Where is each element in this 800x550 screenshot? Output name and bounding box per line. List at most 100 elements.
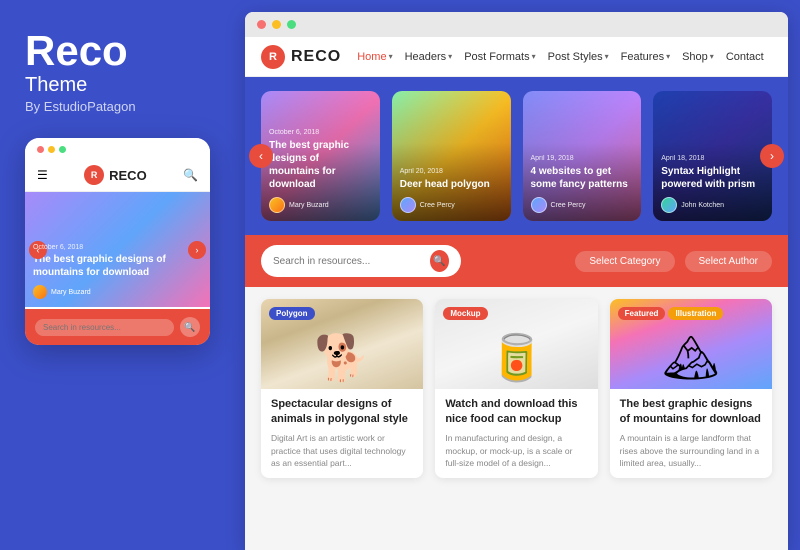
slide-card-1[interactable]: October 6, 2018 The best graphic designs…: [261, 91, 380, 221]
slide-date-4: April 18, 2018: [661, 155, 764, 162]
slide-author-1: Mary Buzard: [269, 197, 372, 213]
cards-grid: Polygon Spectacular designs of animals i…: [245, 287, 788, 490]
slide-title-3: 4 websites to get some fancy patterns: [531, 165, 634, 191]
card-tag-3b: Illustration: [668, 307, 723, 320]
card-body-1: Spectacular designs of animals in polygo…: [261, 389, 423, 478]
mobile-top-bar: [25, 138, 210, 159]
slide-content-1: October 6, 2018 The best graphic designs…: [261, 121, 380, 221]
site-nav: R RECO Home ▾ Headers ▾ Post Formats ▾ P…: [245, 37, 788, 77]
nav-item-shop[interactable]: Shop ▾: [682, 51, 714, 63]
slide-avatar-1: [269, 197, 285, 213]
brand-by: By EstudioPatagon: [25, 99, 220, 114]
slider-next-arrow[interactable]: ›: [760, 144, 784, 168]
mobile-hero-date: October 6, 2018: [33, 244, 202, 251]
slide-date-2: April 20, 2018: [400, 168, 503, 175]
mobile-avatar: [33, 285, 47, 299]
card-title-2: Watch and download this nice food can mo…: [445, 397, 587, 428]
slide-card-2[interactable]: April 20, 2018 Deer head polygon Cree Pe…: [392, 91, 511, 221]
slide-avatar-4: [661, 197, 677, 213]
mobile-dot-green: [59, 146, 66, 153]
card-tags-3: Featured Illustration: [618, 307, 724, 320]
slide-author-name-4: John Kotchen: [681, 202, 724, 209]
slide-title-1: The best graphic designs of mountains fo…: [269, 139, 372, 191]
slide-avatar-2: [400, 197, 416, 213]
card-title-3: The best graphic designs of mountains fo…: [620, 397, 762, 428]
site-body: 🔍 Select Category Select Author Polygon …: [245, 235, 788, 550]
card-tag-1: Polygon: [269, 307, 315, 320]
card-img-3: Featured Illustration: [610, 299, 772, 389]
mobile-hero: ‹ October 6, 2018 The best graphic desig…: [25, 192, 210, 307]
brand-subtitle: Theme: [25, 74, 220, 97]
slide-date-1: October 6, 2018: [269, 129, 372, 136]
mobile-search-input[interactable]: [35, 319, 174, 336]
card-excerpt-3: A mountain is a large landform that rise…: [620, 432, 762, 470]
author-filter-btn[interactable]: Select Author: [685, 251, 772, 272]
browser-dot-green[interactable]: [287, 20, 296, 29]
brand-title: Reco: [25, 30, 220, 72]
hamburger-icon[interactable]: ☰: [37, 168, 48, 182]
mobile-reco-text: RECO: [109, 168, 147, 183]
slide-content-3: April 19, 2018 4 websites to get some fa…: [523, 147, 642, 221]
mobile-author-name: Mary Buzard: [51, 289, 91, 296]
left-panel: Reco Theme By EstudioPatagon ☰ R RECO 🔍 …: [0, 0, 245, 550]
mobile-hero-title: The best graphic designs of mountains fo…: [33, 253, 202, 279]
mobile-dots: [37, 146, 66, 153]
mobile-dot-yellow: [48, 146, 55, 153]
slide-title-4: Syntax Highlight powered with prism: [661, 165, 764, 191]
card-img-1: Polygon: [261, 299, 423, 389]
search-submit-btn[interactable]: 🔍: [430, 250, 449, 272]
card-excerpt-2: In manufacturing and design, a mockup, o…: [445, 432, 587, 470]
article-card-1[interactable]: Polygon Spectacular designs of animals i…: [261, 299, 423, 478]
slide-content-4: April 18, 2018 Syntax Highlight powered …: [653, 147, 772, 221]
mobile-dot-red: [37, 146, 44, 153]
card-tag-3a: Featured: [618, 307, 666, 320]
article-card-2[interactable]: Mockup Watch and download this nice food…: [435, 299, 597, 478]
card-title-1: Spectacular designs of animals in polygo…: [271, 397, 413, 428]
slide-content-2: April 20, 2018 Deer head polygon Cree Pe…: [392, 160, 511, 221]
slide-author-name-2: Cree Percy: [420, 202, 455, 209]
nav-item-post-formats[interactable]: Post Formats ▾: [464, 51, 535, 63]
slide-author-name-1: Mary Buzard: [289, 202, 329, 209]
nav-item-home[interactable]: Home ▾: [357, 51, 392, 63]
search-input[interactable]: [273, 256, 424, 267]
search-input-wrap: 🔍: [261, 245, 461, 277]
slide-date-3: April 19, 2018: [531, 155, 634, 162]
search-section: 🔍 Select Category Select Author: [245, 235, 788, 287]
browser-dot-yellow[interactable]: [272, 20, 281, 29]
slide-author-4: John Kotchen: [661, 197, 764, 213]
mobile-mockup: ☰ R RECO 🔍 ‹ October 6, 2018 The best gr…: [25, 138, 210, 345]
browser-window: R RECO Home ▾ Headers ▾ Post Formats ▾ P…: [245, 12, 788, 550]
nav-item-headers[interactable]: Headers ▾: [405, 51, 453, 63]
card-body-3: The best graphic designs of mountains fo…: [610, 389, 772, 478]
mobile-hero-author: Mary Buzard: [33, 285, 202, 299]
slide-card-4[interactable]: April 18, 2018 Syntax Highlight powered …: [653, 91, 772, 221]
slide-card-3[interactable]: April 19, 2018 4 websites to get some fa…: [523, 91, 642, 221]
article-card-3[interactable]: Featured Illustration The best graphic d…: [610, 299, 772, 478]
slide-author-name-3: Cree Percy: [551, 202, 586, 209]
mobile-hero-content: October 6, 2018 The best graphic designs…: [33, 244, 202, 299]
nav-item-post-styles[interactable]: Post Styles ▾: [548, 51, 609, 63]
card-excerpt-1: Digital Art is an artistic work or pract…: [271, 432, 413, 470]
site-reco-icon: R: [261, 45, 285, 69]
card-body-2: Watch and download this nice food can mo…: [435, 389, 597, 478]
card-tag-2: Mockup: [443, 307, 487, 320]
mobile-nav-bar: ☰ R RECO 🔍: [25, 159, 210, 192]
mobile-reco-icon: R: [84, 165, 104, 185]
hero-slider: ‹ October 6, 2018 The best graphic desig…: [245, 77, 788, 235]
nav-item-features[interactable]: Features ▾: [621, 51, 670, 63]
mobile-search-bar: 🔍: [25, 309, 210, 345]
slide-avatar-3: [531, 197, 547, 213]
browser-dot-red[interactable]: [257, 20, 266, 29]
nav-item-contact[interactable]: Contact: [726, 51, 764, 63]
card-img-2: Mockup: [435, 299, 597, 389]
site-reco-text: RECO: [291, 48, 341, 66]
mobile-next-arrow[interactable]: ›: [188, 241, 206, 259]
slide-title-2: Deer head polygon: [400, 178, 503, 191]
category-filter-btn[interactable]: Select Category: [575, 251, 674, 272]
slide-author-2: Cree Percy: [400, 197, 503, 213]
mobile-search-btn[interactable]: 🔍: [180, 317, 200, 337]
mobile-logo: R RECO: [84, 165, 147, 185]
mobile-search-icon[interactable]: 🔍: [183, 168, 198, 182]
slider-prev-arrow[interactable]: ‹: [249, 144, 273, 168]
browser-chrome: [245, 12, 788, 37]
